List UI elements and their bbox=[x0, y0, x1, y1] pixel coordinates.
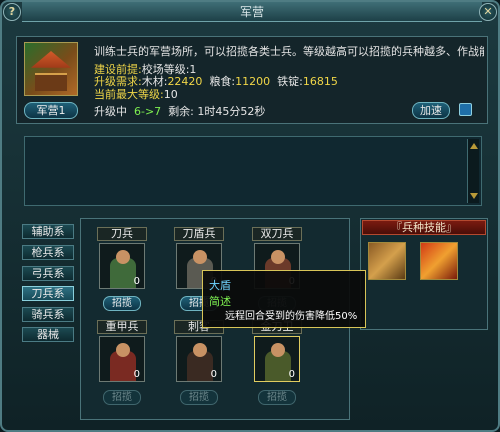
blade-skill-icon[interactable] bbox=[420, 242, 458, 280]
unit-name: 刀盾兵 bbox=[174, 227, 224, 241]
category-siege[interactable]: 器械 bbox=[22, 327, 74, 342]
unit-portrait-blade[interactable]: 0 bbox=[99, 243, 145, 289]
close-icon: ✕ bbox=[483, 5, 493, 18]
unit-count: 0 bbox=[210, 369, 217, 380]
speedup-button[interactable]: 加速 bbox=[412, 102, 450, 119]
unit-head bbox=[116, 343, 130, 357]
tooltip-skill-name: 大盾 bbox=[209, 279, 231, 292]
window-title: 军营 bbox=[22, 2, 482, 22]
unit-head bbox=[271, 343, 285, 357]
unit-portrait-gold-blade-guard[interactable]: 0 bbox=[254, 336, 300, 382]
upgrade-req-line: 升级需求:木材:22420 粮食:11200 铁锭:16815 bbox=[94, 75, 338, 88]
max-level-value: 10 bbox=[163, 88, 178, 101]
plus-icon[interactable] bbox=[459, 103, 472, 116]
iron-value: 16815 bbox=[302, 75, 338, 88]
unit-portrait-assassin[interactable]: 0 bbox=[176, 336, 222, 382]
upgrade-status-line: 升级中 6->7 剩余: 1时45分52秒 bbox=[94, 105, 265, 118]
unit-name: 刀兵 bbox=[97, 227, 147, 241]
food-value: 11200 bbox=[235, 75, 271, 88]
skill-panel-title: 『兵种技能』 bbox=[362, 220, 486, 235]
log-scrollbar[interactable] bbox=[467, 139, 479, 203]
max-level-label: 当前最大等级: bbox=[94, 88, 164, 101]
unit-count: 0 bbox=[288, 369, 295, 380]
unit-count: 0 bbox=[133, 369, 140, 380]
question-icon: ? bbox=[8, 5, 16, 18]
help-button[interactable]: ? bbox=[3, 3, 21, 21]
unit-head bbox=[116, 250, 130, 264]
wood-value: 22420 bbox=[167, 75, 203, 88]
unit-name: 重甲兵 bbox=[97, 320, 147, 334]
building-description: 训练士兵的军营场所，可以招揽各类士兵。等级越高可以招揽的兵种越多、作战能力越强 bbox=[94, 45, 484, 58]
close-button[interactable]: ✕ bbox=[479, 3, 497, 21]
barracks-building-image bbox=[24, 42, 78, 96]
unit-count: 0 bbox=[133, 276, 140, 287]
recruit-button[interactable]: 招揽 bbox=[103, 296, 141, 311]
unit-name: 双刀兵 bbox=[252, 227, 302, 241]
barracks-window: 军营 ? ✕ 军营1 训练士兵的军营场所，可以招揽各类士兵。等级越高可以招揽的兵… bbox=[0, 0, 500, 432]
unit-head bbox=[193, 343, 207, 357]
unit-portrait-heavy-armor[interactable]: 0 bbox=[99, 336, 145, 382]
recruit-button[interactable]: 招揽 bbox=[103, 390, 141, 405]
recruit-button[interactable]: 招揽 bbox=[180, 390, 218, 405]
upgrade-status: 升级中 bbox=[94, 105, 127, 118]
unit-head bbox=[271, 250, 285, 264]
shield-skill-icon[interactable] bbox=[368, 242, 406, 280]
skill-tooltip: 大盾 简述 远程回合受到的伤害降低50% bbox=[202, 270, 366, 328]
scroll-down-icon[interactable] bbox=[469, 191, 479, 201]
max-level-line: 当前最大等级:10 bbox=[94, 88, 178, 101]
building-roof-shape bbox=[31, 51, 71, 68]
category-archer[interactable]: 弓兵系 bbox=[22, 266, 74, 281]
iron-label: 铁锭: bbox=[277, 75, 303, 88]
food-label: 粮食: bbox=[209, 75, 236, 88]
message-log bbox=[24, 136, 482, 206]
upgrade-range: 6->7 bbox=[134, 105, 162, 118]
remaining-value: 1时45分52秒 bbox=[197, 105, 266, 118]
tooltip-description: 远程回合受到的伤害降低50% bbox=[225, 311, 358, 322]
building-base-shape bbox=[35, 73, 67, 91]
wood-label: 木材: bbox=[141, 75, 168, 88]
upgrade-req-label: 升级需求: bbox=[94, 75, 142, 88]
scroll-up-icon[interactable] bbox=[470, 143, 478, 149]
unit-head bbox=[193, 250, 207, 264]
recruit-button[interactable]: 招揽 bbox=[258, 390, 296, 405]
category-cavalry[interactable]: 骑兵系 bbox=[22, 307, 74, 322]
category-spear[interactable]: 枪兵系 bbox=[22, 245, 74, 260]
building-name-button[interactable]: 军营1 bbox=[24, 102, 78, 119]
remaining-label: 剩余: bbox=[168, 105, 194, 118]
category-blade[interactable]: 刀兵系 bbox=[22, 286, 74, 301]
category-support[interactable]: 辅助系 bbox=[22, 224, 74, 239]
